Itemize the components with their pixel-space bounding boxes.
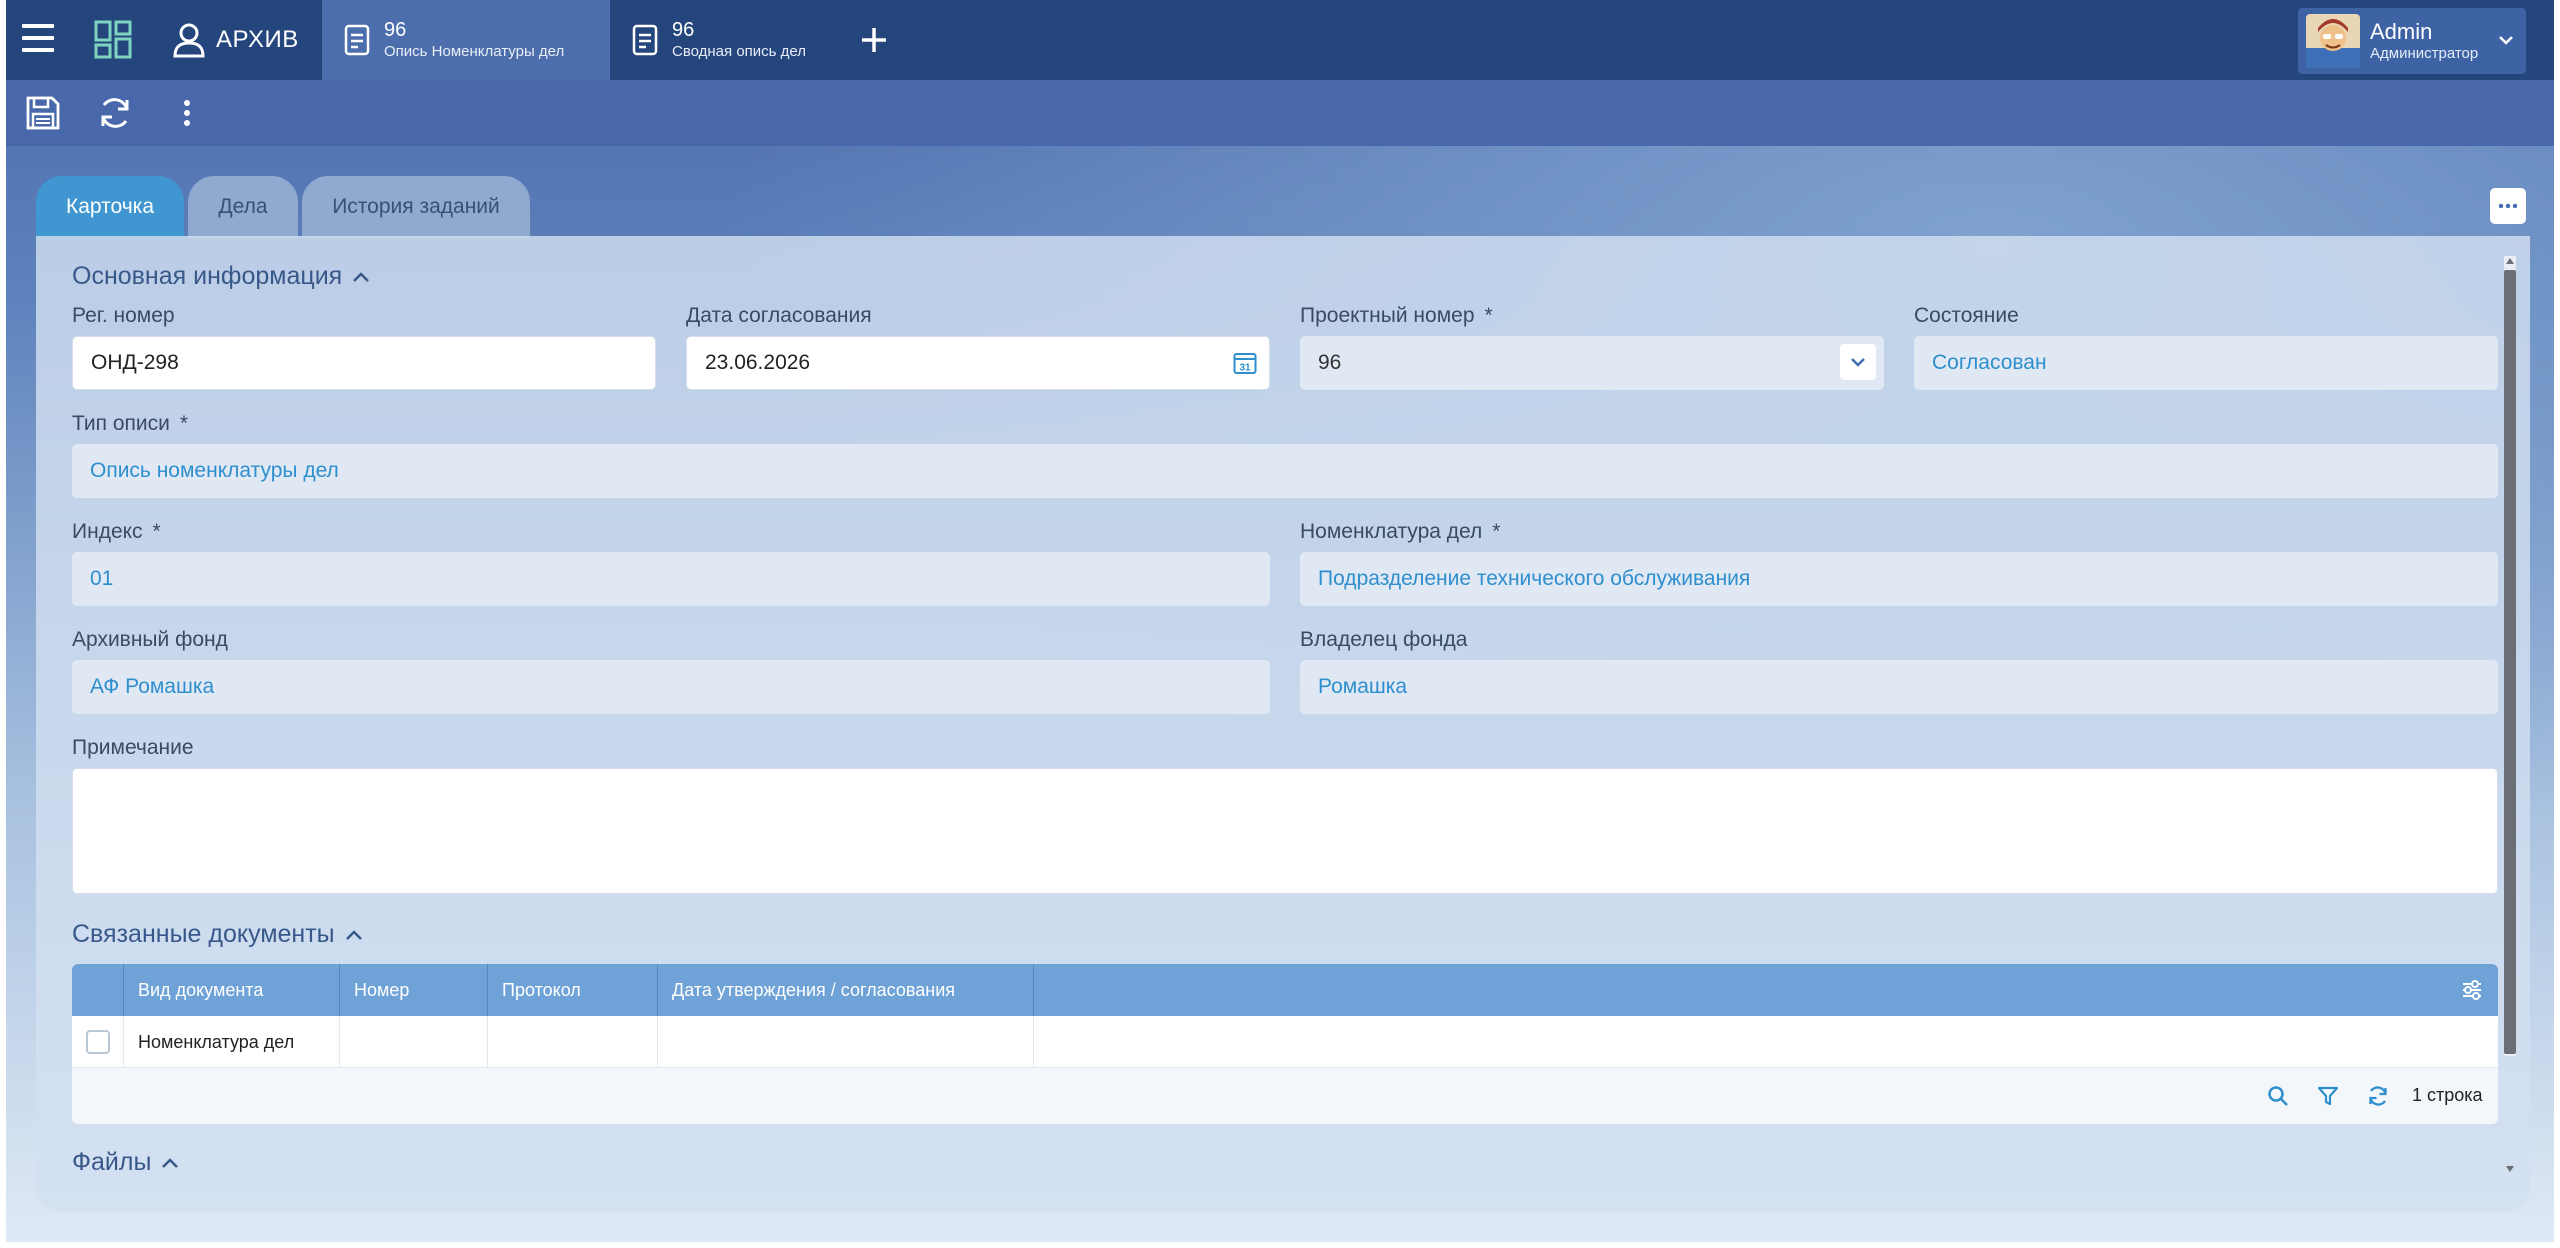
- chevron-up-icon: [345, 929, 362, 940]
- doc-tab-number: 96: [672, 19, 695, 41]
- row-checkbox[interactable]: [86, 1030, 110, 1054]
- calendar-icon[interactable]: 31: [1233, 351, 1257, 375]
- avatar: [2306, 14, 2360, 68]
- app-window: АРХИВ 96 Опись Номенклатуры дел 96 Сводн…: [6, 0, 2554, 1242]
- section-title: Связанные документы: [72, 920, 335, 948]
- user-role: Администратор: [2370, 45, 2479, 62]
- cell-protocol: [488, 1016, 658, 1068]
- state-field: Согласован: [1914, 336, 2498, 390]
- fund-owner-field[interactable]: Ромашка: [1300, 660, 2498, 714]
- section-title: Файлы: [72, 1148, 152, 1176]
- chevron-up-icon: [353, 271, 370, 282]
- column-header-number[interactable]: Номер: [340, 964, 488, 1016]
- archive-fund-label: Архивный фонд: [72, 628, 228, 651]
- document-icon: [344, 24, 370, 56]
- section-related-docs-header[interactable]: Связанные документы: [72, 920, 363, 949]
- note-textarea[interactable]: [72, 768, 2498, 894]
- section-title: Основная информация: [72, 262, 343, 290]
- refresh-icon[interactable]: [96, 94, 134, 132]
- column-header-protocol[interactable]: Протокол: [488, 964, 658, 1016]
- scroll-up-icon[interactable]: [2504, 256, 2516, 266]
- more-options-button[interactable]: [2490, 188, 2526, 224]
- archive-home-link[interactable]: АРХИВ: [172, 18, 299, 62]
- tab-cases[interactable]: Дела: [188, 176, 298, 238]
- column-header-approval-date[interactable]: Дата утверждения / согласования: [658, 964, 1034, 1016]
- doc-tab-nomenclature[interactable]: 96 Опись Номенклатуры дел: [322, 0, 610, 80]
- archive-fund-field[interactable]: АФ Ромашка: [72, 660, 1270, 714]
- doc-tab-title: Сводная опись дел: [672, 43, 806, 60]
- approval-date-label: Дата согласования: [686, 304, 872, 327]
- tab-task-history[interactable]: История заданий: [302, 176, 530, 238]
- table-row[interactable]: Номенклатура дел: [72, 1016, 2498, 1068]
- tab-card[interactable]: Карточка: [36, 176, 184, 238]
- user-name: Admin: [2370, 19, 2433, 44]
- top-bar: АРХИВ 96 Опись Номенклатуры дел 96 Сводн…: [6, 0, 2554, 80]
- more-vertical-icon[interactable]: [168, 94, 206, 132]
- index-field[interactable]: 01: [72, 552, 1270, 606]
- chevron-down-icon: [2499, 36, 2513, 45]
- row-count: 1 строка: [2412, 1085, 2483, 1105]
- index-label: Индекс *: [72, 520, 161, 543]
- cell-approval-date: [658, 1016, 1034, 1068]
- inventory-type-label: Тип описи *: [72, 412, 189, 435]
- apps-grid-icon[interactable]: [94, 20, 134, 60]
- table-footer: 1 строка: [72, 1068, 2498, 1124]
- scroll-down-icon[interactable]: [2504, 1164, 2516, 1174]
- chevron-down-icon: [1851, 358, 1865, 367]
- section-files-header[interactable]: Файлы: [72, 1148, 179, 1177]
- row-select-cell: [72, 1016, 124, 1068]
- archive-label: АРХИВ: [216, 26, 299, 53]
- reg-number-input[interactable]: ОНД-298: [72, 336, 656, 390]
- column-settings-icon[interactable]: [2460, 978, 2484, 1002]
- approval-date-value: 23.06.2026: [705, 351, 811, 374]
- user-icon: [173, 23, 205, 58]
- save-icon[interactable]: [24, 94, 62, 132]
- refresh-icon[interactable]: [2366, 1084, 2390, 1108]
- project-number-select[interactable]: 96: [1300, 336, 1884, 390]
- table-header: Вид документа Номер Протокол Дата утверж…: [72, 964, 2498, 1016]
- project-number-dropdown-button[interactable]: [1840, 344, 1876, 380]
- note-label: Примечание: [72, 736, 194, 759]
- project-number-label: Проектный номер *: [1300, 304, 1493, 327]
- inventory-type-field[interactable]: Опись номенклатуры дел: [72, 444, 2498, 498]
- menu-icon[interactable]: [22, 24, 54, 56]
- doc-tab-summary[interactable]: 96 Сводная опись дел: [610, 0, 830, 80]
- approval-date-input[interactable]: 23.06.2026 31: [686, 336, 1270, 390]
- more-horizontal-icon: [2498, 203, 2518, 209]
- toolbar: [6, 80, 2554, 146]
- card-panel: Основная информация Рег. номер ОНД-298 Д…: [36, 236, 2530, 1211]
- select-column-header: [72, 964, 124, 1016]
- document-icon: [632, 24, 658, 56]
- search-icon[interactable]: [2266, 1084, 2290, 1108]
- filter-icon[interactable]: [2316, 1084, 2340, 1108]
- project-number-value: 96: [1318, 351, 1342, 374]
- cell-number: [340, 1016, 488, 1068]
- chevron-up-icon: [162, 1157, 179, 1168]
- add-tab-icon[interactable]: [856, 22, 892, 58]
- calendar-icon-text: 31: [1239, 363, 1251, 374]
- cell-doc-type: Номенклатура дел: [124, 1016, 340, 1068]
- state-label: Состояние: [1914, 304, 2019, 327]
- fund-owner-label: Владелец фонда: [1300, 628, 1468, 651]
- doc-tab-title: Опись Номенклатуры дел: [384, 43, 565, 60]
- nomenclature-label: Номенклатура дел *: [1300, 520, 1501, 543]
- doc-tab-number: 96: [384, 19, 407, 41]
- user-menu[interactable]: Admin Администратор: [2298, 8, 2526, 74]
- related-docs-table: Вид документа Номер Протокол Дата утверж…: [72, 964, 2498, 1124]
- section-main-info-header[interactable]: Основная информация: [72, 262, 370, 291]
- scrollbar-thumb[interactable]: [2504, 270, 2516, 1054]
- column-header-doc-type[interactable]: Вид документа: [124, 964, 340, 1016]
- nomenclature-field[interactable]: Подразделение технического обслуживания: [1300, 552, 2498, 606]
- reg-number-label: Рег. номер: [72, 304, 175, 327]
